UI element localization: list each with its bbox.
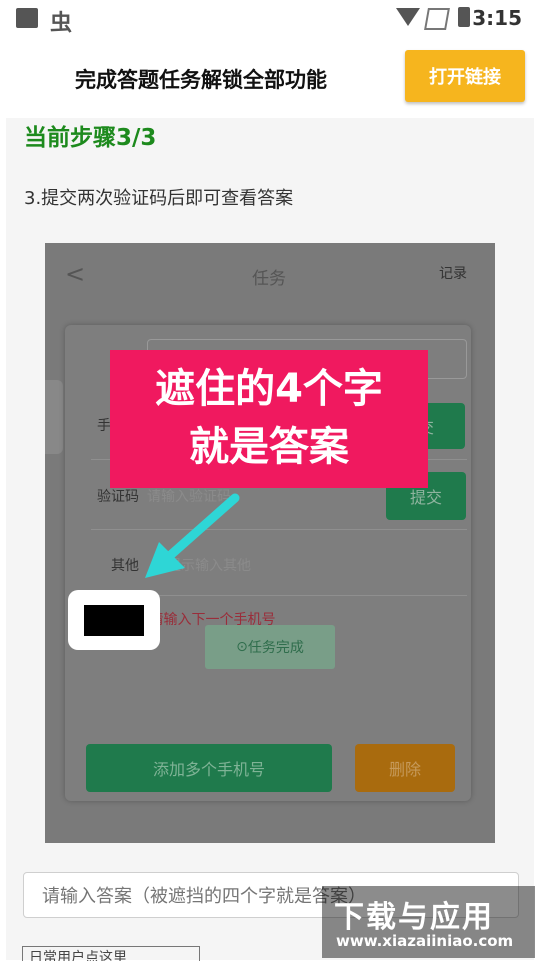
- pointer-arrow-icon: [145, 493, 240, 578]
- phone-label: 手: [97, 418, 111, 434]
- screenshot-title: 任务: [252, 269, 286, 289]
- hidden-answer-mask: [68, 590, 160, 650]
- add-phone-button: 添加多个手机号: [86, 744, 332, 792]
- task-done-badge: ⊙ 任务完成: [205, 625, 335, 669]
- watermark-title: 下载与应用: [334, 900, 494, 935]
- wifi-icon: [396, 8, 420, 26]
- task-done-label: 任务完成: [247, 640, 304, 656]
- no-sim-icon: [424, 8, 450, 30]
- instruction-screenshot: < 任务 记录 手 交 验证码 请输入验证码 提交 其他 按提示输入其他 ,请输…: [45, 243, 495, 843]
- banner-line-2: 就是答案: [189, 424, 349, 470]
- watermark-url: www.xiazaiiniao.com: [336, 932, 514, 950]
- battery-icon: [458, 7, 470, 27]
- page-title: 完成答题任务解锁全部功能: [75, 68, 327, 92]
- watermark-logo: 下载与应用 www.xiazaiiniao.com: [322, 886, 535, 958]
- open-link-button[interactable]: 打开链接: [405, 50, 525, 102]
- instruction-text: 3.提交两次验证码后即可查看答案: [24, 188, 294, 209]
- step-title: 当前步骤3/3: [24, 125, 157, 151]
- back-arrow-icon: <: [65, 260, 86, 288]
- delete-button: 删除: [355, 744, 455, 792]
- screenshot-topbar: < 任务 记录: [45, 243, 495, 303]
- app-icon: 虫: [50, 11, 73, 36]
- screenshot-record: 记录: [439, 266, 467, 282]
- black-block: [84, 605, 144, 636]
- banner-line-1: 遮住的4个字: [155, 366, 383, 412]
- header: 完成答题任务解锁全部功能 打开链接: [0, 38, 540, 118]
- check-circle-icon: ⊙: [236, 639, 248, 655]
- content-card: 当前步骤3/3 3.提交两次验证码后即可查看答案 < 任务 记录 手 交 验证码…: [6, 118, 538, 961]
- answer-hint-banner: 遮住的4个字 就是答案: [110, 350, 428, 488]
- daily-user-button[interactable]: 日常用户点这里: [22, 946, 200, 961]
- status-bar: 虫 3:15: [0, 0, 540, 38]
- image-icon: [16, 8, 38, 28]
- code-label: 验证码: [97, 489, 139, 505]
- status-time: 3:15: [472, 6, 522, 30]
- side-handle: [45, 380, 63, 454]
